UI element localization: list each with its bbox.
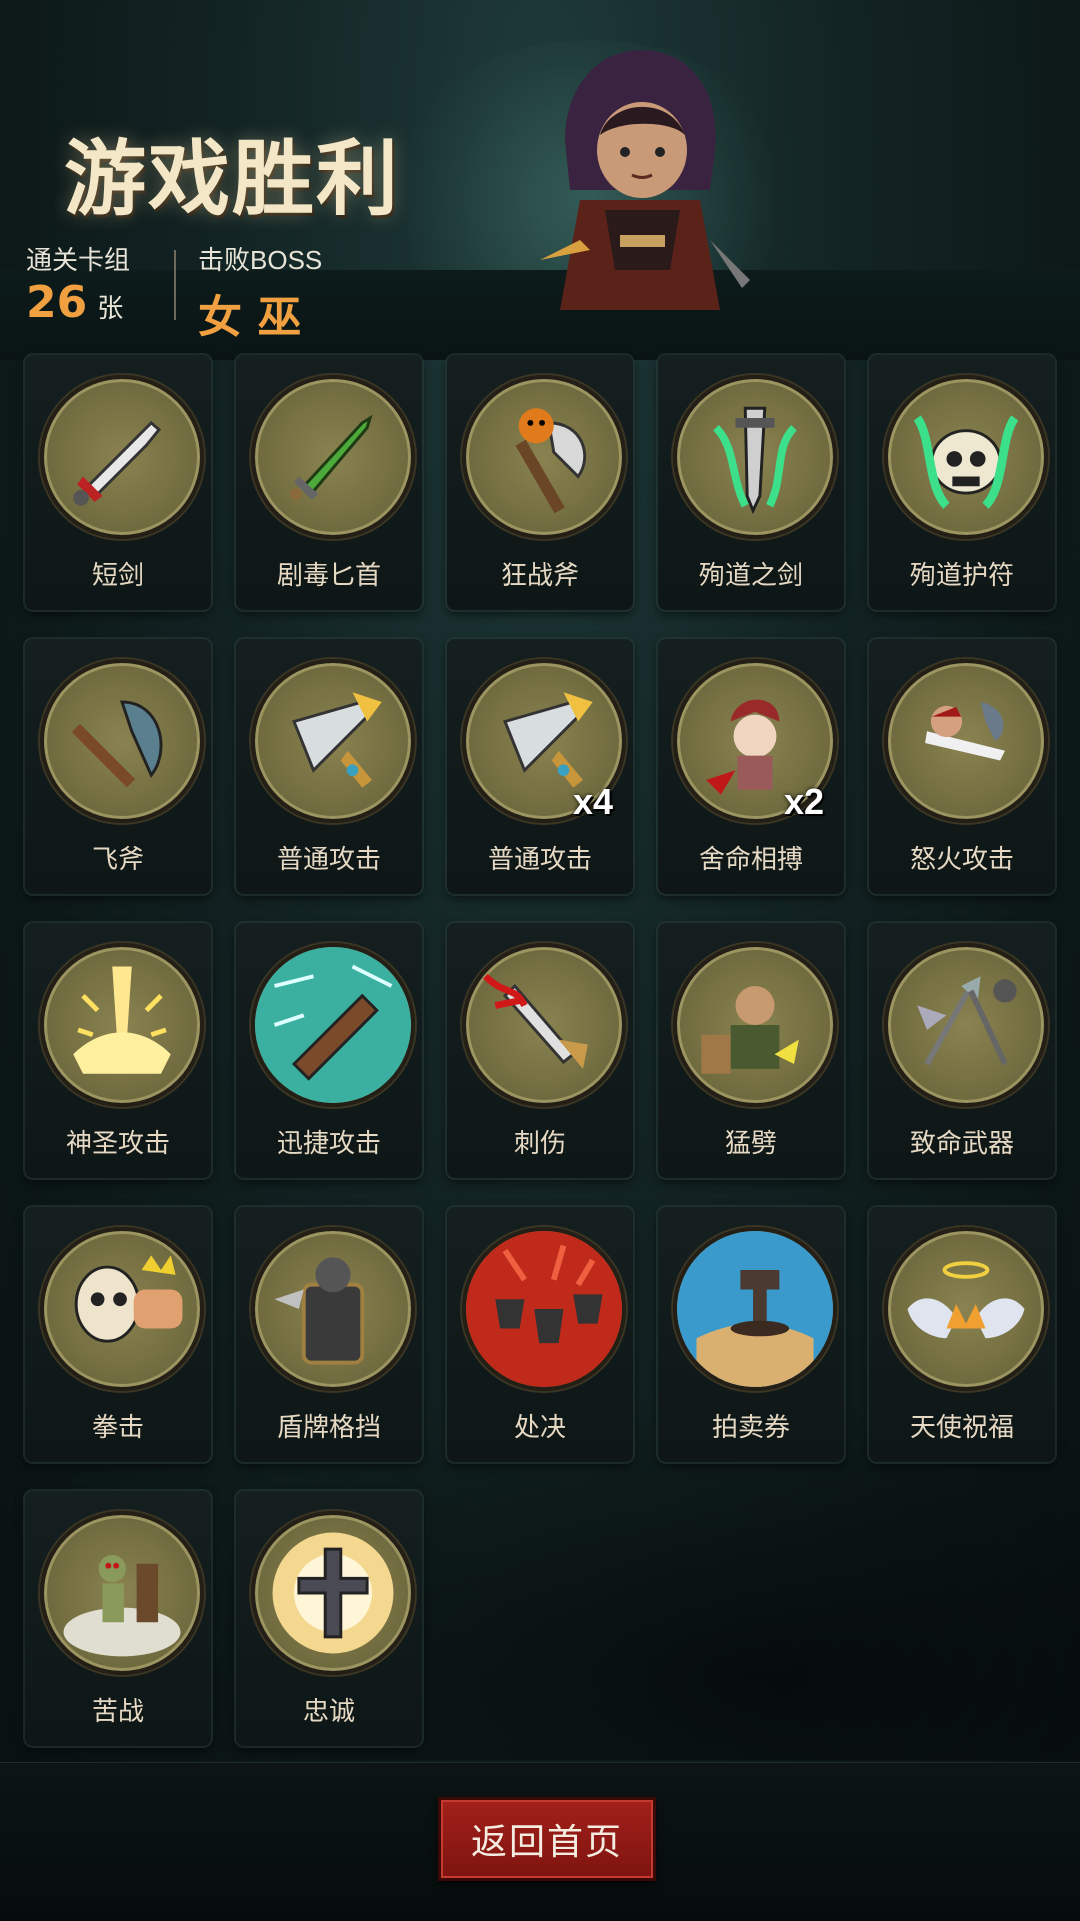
card-item[interactable]: 殉道之剑 (658, 355, 844, 610)
throwing-axe-icon (40, 659, 204, 823)
card-name: 致命武器 (909, 1129, 1014, 1159)
card-item[interactable]: 短剑 (25, 355, 211, 610)
card-name: 殉道之剑 (698, 561, 803, 591)
card-name: 拳击 (91, 1413, 144, 1443)
hard-fight-icon (40, 1511, 204, 1675)
martyr-amulet-icon (884, 375, 1048, 539)
card-name: 天使祝福 (909, 1413, 1014, 1443)
card-name: 短剑 (91, 561, 144, 591)
card-name: 剧毒匕首 (276, 561, 381, 591)
card-name: 盾牌格挡 (276, 1413, 381, 1443)
card-item[interactable]: 忠诚 (236, 1491, 422, 1746)
card-name: 狂战斧 (500, 561, 579, 591)
punch-icon (40, 1227, 204, 1391)
card-item[interactable]: 剧毒匕首 (236, 355, 422, 610)
card-name: 神圣攻击 (65, 1129, 170, 1159)
card-item[interactable]: 天使祝福 (869, 1207, 1055, 1462)
cleared-deck-label: 通关卡组 (26, 245, 131, 275)
loyalty-icon (251, 1511, 415, 1675)
card-name: 刺伤 (513, 1129, 566, 1159)
card-name: 怒火攻击 (909, 845, 1014, 875)
card-name: 忠诚 (302, 1697, 355, 1727)
basic-attack-icon (251, 659, 415, 823)
martyr-sword-icon (673, 375, 837, 539)
card-item[interactable]: 殉道护符 (869, 355, 1055, 610)
card-item[interactable]: 猛劈 (658, 923, 844, 1178)
card-name: 普通攻击 (276, 845, 381, 875)
card-name: 舍命相搏 (698, 845, 803, 875)
stab-icon (462, 943, 626, 1107)
poison-dagger-icon (251, 375, 415, 539)
card-name: 普通攻击 (487, 845, 592, 875)
boss-stat: 击败BOSS 女 巫 (198, 240, 322, 345)
card-item[interactable]: x4 普通攻击 (447, 639, 633, 894)
card-item[interactable]: 神圣攻击 (25, 923, 211, 1178)
card-item[interactable]: 处决 (447, 1207, 633, 1462)
card-item[interactable]: 苦战 (25, 1491, 211, 1746)
deadly-weapons-icon (884, 943, 1048, 1107)
card-name: 猛劈 (724, 1129, 777, 1159)
boss-label: 击败BOSS (198, 245, 323, 275)
card-name: 拍卖券 (711, 1413, 790, 1443)
witch-character-illustration (540, 50, 750, 310)
return-home-button[interactable]: 返回首页 (438, 1797, 656, 1881)
berserker-axe-icon (462, 375, 626, 539)
short-sword-icon (40, 375, 204, 539)
card-name: 苦战 (91, 1697, 144, 1727)
card-item[interactable]: 拍卖券 (658, 1207, 844, 1462)
auction-ticket-icon (673, 1227, 837, 1391)
card-item[interactable]: 拳击 (25, 1207, 211, 1462)
card-item[interactable]: 普通攻击 (236, 639, 422, 894)
card-name: 迅捷攻击 (276, 1129, 381, 1159)
cleared-deck-count: 26 (26, 277, 88, 328)
card-item[interactable]: x2 舍命相搏 (658, 639, 844, 894)
boss-name: 女 巫 (198, 292, 302, 343)
card-item[interactable]: 刺伤 (447, 923, 633, 1178)
card-item[interactable]: 致命武器 (869, 923, 1055, 1178)
cleave-icon (673, 943, 837, 1107)
card-item[interactable]: 怒火攻击 (869, 639, 1055, 894)
holy-attack-icon (40, 943, 204, 1107)
cleared-deck-stat: 通关卡组 26 张 (26, 240, 130, 328)
card-count-badge: x4 (573, 781, 614, 822)
card-item[interactable]: 盾牌格挡 (236, 1207, 422, 1462)
angel-blessing-icon (884, 1227, 1048, 1391)
shield-block-icon (251, 1227, 415, 1391)
card-count-badge: x2 (784, 781, 825, 822)
card-name: 殉道护符 (909, 561, 1014, 591)
card-name: 飞斧 (91, 845, 144, 875)
card-grid: 短剑 剧毒匕首 狂战斧 殉道之剑 殉道护符飞斧 普通攻击 x4 普通攻击 x2 舍命相搏 怒火攻击神… (25, 355, 1055, 1746)
card-item[interactable]: 狂战斧 (447, 355, 633, 610)
execute-icon (462, 1227, 626, 1391)
page-title: 游戏胜利 (64, 131, 401, 227)
card-item[interactable]: 迅捷攻击 (236, 923, 422, 1178)
card-item[interactable]: 飞斧 (25, 639, 211, 894)
swift-attack-icon (251, 943, 415, 1107)
cleared-deck-unit: 张 (97, 294, 124, 324)
stat-divider (174, 250, 176, 320)
rage-attack-icon (884, 659, 1048, 823)
card-name: 处决 (513, 1413, 566, 1443)
